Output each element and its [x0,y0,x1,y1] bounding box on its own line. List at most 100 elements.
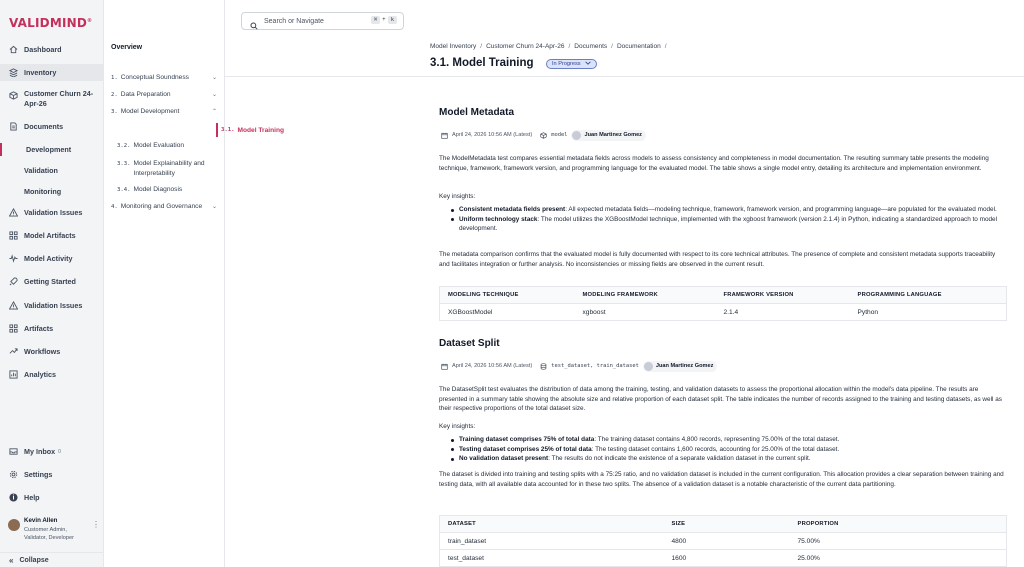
database-icon [540,362,547,370]
search-icon [250,17,258,30]
chevron-down-icon[interactable]: ⌄ [212,91,217,98]
result-date[interactable]: April 24, 2026 10:56 AM (Latest) [452,132,532,138]
key-insights-label: Key insights: [439,193,476,200]
model-metadata-table: MODELING TECHNIQUE MODELING FRAMEWORK FR… [439,286,1007,321]
search-input[interactable]: Search or Navigate ⌘ + k [241,12,404,30]
sidebar-item-development[interactable]: Development [0,143,104,156]
outline-item-model-development[interactable]: 3. Model Development ⌃ [111,108,221,115]
sidebar-item-artifacts[interactable]: Artifacts [0,322,104,335]
breadcrumb-documentation[interactable]: Documentation [617,43,661,50]
sidebar-item-help[interactable]: i Help [0,491,104,504]
outline-label: Model Evaluation [133,142,185,149]
sidebar-item-validation[interactable]: Validation [0,164,104,177]
sidebar-item-settings[interactable]: Settings [0,468,104,481]
user-profile[interactable]: Kevin Allen Customer Admin, Validator, D… [0,515,104,545]
sidebar-item-model[interactable]: Customer Churn 24-Apr-26 [0,89,104,111]
sidebar-item-monitoring[interactable]: Monitoring [0,185,104,198]
gear-icon [8,470,18,480]
outline-number: 3.4. [117,187,131,193]
sidebar-item-label: Monitoring [24,187,62,196]
breadcrumb-model-inventory[interactable]: Model Inventory [430,43,476,50]
sidebar-item-label: Settings [24,470,53,479]
shortcut-plus: + [382,17,386,23]
result-author: Juan Martinez Gomez [642,360,718,372]
sidebar-item-validation-issues[interactable]: Validation Issues [0,299,104,312]
document-outline: Overview 1. Conceptual Soundness ⌄ 2. Da… [104,0,284,567]
warning-icon [8,301,18,311]
sidebar-item-label: Development [26,145,72,154]
outline-item-monitoring-governance[interactable]: 4. Monitoring and Governance ⌄ [111,203,221,210]
app-window: VALIDMIND® Dashboard Inventory Customer … [0,0,1024,567]
dashboard-icon [8,45,18,55]
table-cell: 2.1.4 [715,303,850,321]
table-header-row: MODELING TECHNIQUE MODELING FRAMEWORK FR… [439,286,1007,304]
chevron-down-icon[interactable]: ⌄ [212,74,217,81]
split-description: The DatasetSplit test evaluates the dist… [439,386,1002,412]
sidebar-item-model-validation-issues[interactable]: Validation Issues [0,206,104,219]
sidebar-item-documents[interactable]: Documents [0,120,104,133]
validmind-logo[interactable]: VALIDMIND® [9,16,92,30]
collapse-sidebar-button[interactable]: « Collapse [0,552,104,567]
breadcrumb-documents[interactable]: Documents [574,43,607,50]
table-cell: 25.00% [789,549,1007,567]
chevron-down-icon [584,61,591,67]
sidebar-item-model-activity[interactable]: Model Activity [0,252,104,265]
grid-icon [8,324,18,334]
outline-item-model-evaluation[interactable]: 3.2. Model Evaluation [117,142,221,149]
sidebar-item-model-artifacts[interactable]: Model Artifacts [0,229,104,242]
list-item: Testing dataset comprises 25% of total d… [451,445,1007,455]
main-content: Search or Navigate ⌘ + k Model Inventory… [225,0,1024,567]
chevron-down-icon[interactable]: ⌄ [212,203,217,210]
outline-label: Model Development [120,108,180,115]
split-insights-list: Training dataset comprises 75% of total … [451,435,1007,464]
insight-text: : The model utilizes the XGBoostModel te… [459,215,998,233]
sidebar-item-analytics[interactable]: Analytics [0,368,104,381]
sidebar-item-my-inbox[interactable]: My Inbox 0 [0,445,104,458]
workflow-icon [8,347,18,357]
outline-item-data-preparation[interactable]: 2. Data Preparation ⌄ [111,91,221,98]
document-icon [8,122,18,132]
outline-number: 1. [111,75,118,81]
sidebar-item-label: Validation Issues [24,301,83,310]
more-options-icon[interactable]: ⋮ [92,520,100,529]
sidebar-item-dashboard[interactable]: Dashboard [0,43,104,56]
insight-heading: Training dataset comprises 75% of total … [459,436,595,443]
model-cube-icon [540,131,547,139]
rocket-icon [8,277,18,287]
sidebar-item-label: Inventory [24,68,57,77]
list-item: Consistent metadata fields present: All … [451,205,1007,215]
chevron-up-icon[interactable]: ⌃ [212,108,217,115]
outline-number: 3. [111,109,118,115]
status-dropdown[interactable]: In Progress [546,59,597,69]
user-name: Kevin Allen [24,517,58,524]
sidebar-item-label: Documents [24,122,64,131]
page-header: Search or Navigate ⌘ + k Model Inventory… [225,0,1024,77]
table-cell: test_dataset [439,549,664,567]
outline-item-conceptual-soundness[interactable]: 1. Conceptual Soundness ⌄ [111,74,221,81]
insight-text: : The results do not indicate the existe… [548,455,811,462]
shortcut-key-cmd: ⌘ [370,16,381,24]
dataset-split-table: DATASET SIZE PROPORTION train_dataset 48… [439,515,1007,567]
sidebar-item-label: Customer Churn 24-Apr-26 [24,89,94,108]
split-conclusion: The dataset is divided into training and… [439,471,1004,488]
sidebar: VALIDMIND® Dashboard Inventory Customer … [0,0,104,567]
test-result-meta: April 24, 2026 10:56 AM (Latest) test_da… [441,360,718,372]
calendar-icon [441,132,448,139]
double-chevron-left-icon: « [9,555,14,565]
outline-number: 3.3. [117,161,131,167]
breadcrumb-model[interactable]: Customer Churn 24-Apr-26 [486,43,564,50]
column-header: PROPORTION [789,515,1007,533]
table-cell: Python [849,303,1007,321]
result-date[interactable]: April 24, 2026 10:56 AM (Latest) [452,363,532,369]
sidebar-item-getting-started[interactable]: Getting Started [0,275,104,288]
outline-item-model-explainability[interactable]: 3.3. Model Explainability and Interpreta… [117,159,221,178]
table-header-row: DATASET SIZE PROPORTION [439,515,1007,533]
help-icon: i [8,493,18,503]
table-cell: 1600 [663,549,790,567]
outline-item-model-diagnosis[interactable]: 3.4. Model Diagnosis [117,186,221,193]
sidebar-item-workflows[interactable]: Workflows [0,345,104,358]
outline-title[interactable]: Overview [111,44,142,51]
breadcrumb-separator: / [568,43,571,50]
outline-label: Model Diagnosis [133,186,183,193]
sidebar-item-inventory[interactable]: Inventory [0,64,104,81]
